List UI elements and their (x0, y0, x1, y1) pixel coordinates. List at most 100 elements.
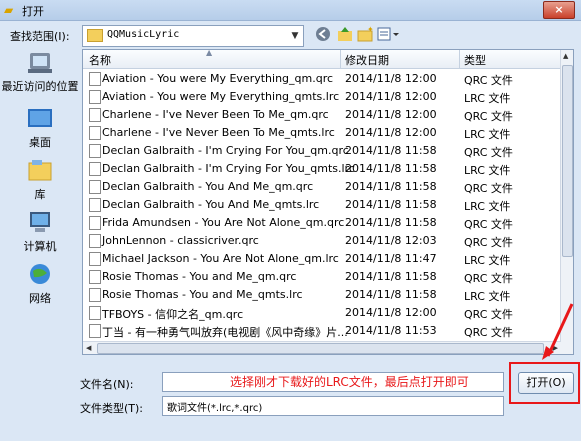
file-icon (89, 216, 101, 230)
file-name: Charlene - I've Never Been To Me_qm.qrc (102, 108, 329, 121)
places-bar: 最近访问的位置 桌面 库 计算机 网络 (0, 50, 80, 370)
scroll-left-icon[interactable]: ◀ (86, 344, 91, 352)
table-row[interactable]: Declan Galbraith - I'm Crying For You_qm… (83, 160, 561, 178)
column-divider[interactable] (340, 50, 341, 68)
horizontal-scroll-thumb[interactable] (97, 343, 544, 354)
file-date: 2014/11/8 11:58 (345, 270, 437, 283)
file-date: 2014/11/8 11:58 (345, 288, 437, 301)
look-in-label: 查找范围(I): (10, 30, 70, 43)
annotation-arrow-icon (542, 303, 574, 360)
horizontal-scrollbar[interactable]: ◀ ▶ (83, 341, 561, 354)
table-row[interactable]: Frida Amundsen - You Are Not Alone_qm.qr… (83, 214, 561, 232)
file-icon (89, 72, 101, 86)
file-name: Rosie Thomas - You and Me_qm.qrc (102, 270, 297, 283)
file-name: Declan Galbraith - I'm Crying For You_qm… (102, 162, 355, 175)
table-row[interactable]: Charlene - I've Never Been To Me_qm.qrc 2… (83, 106, 561, 124)
up-folder-icon[interactable] (336, 26, 354, 44)
place-label: 网络 (29, 292, 51, 305)
table-row[interactable]: Rosie Thomas - You and Me_qmts.lrc 2014/1… (83, 286, 561, 304)
file-icon (89, 270, 101, 284)
file-icon (89, 234, 101, 248)
view-menu-icon[interactable] (376, 26, 402, 44)
file-type: QRC 文件 (464, 74, 513, 87)
file-type: QRC 文件 (464, 236, 513, 249)
chevron-down-icon[interactable]: ▼ (287, 26, 303, 46)
file-name: Aviation - You were My Everything_qm.qrc (102, 72, 334, 85)
table-row[interactable]: Aviation - You were My Everything_qmts.l… (83, 88, 561, 106)
place-label: 最近访问的位置 (1, 80, 79, 93)
file-name: JohnLennon - classicriver.qrc (102, 234, 259, 247)
file-icon (89, 162, 101, 176)
window-title: 打开 (22, 5, 44, 18)
table-row[interactable]: Declan Galbraith - You And Me_qm.qrc 2014… (83, 178, 561, 196)
file-type: QRC 文件 (464, 326, 513, 339)
table-row[interactable]: Charlene - I've Never Been To Me_qmts.lr… (83, 124, 561, 142)
filetype-select[interactable]: 歌词文件(*.lrc,*.qrc) (162, 396, 504, 416)
file-date: 2014/11/8 11:58 (345, 180, 437, 193)
place-network[interactable]: 网络 (0, 262, 80, 306)
file-date: 2014/11/8 11:58 (345, 216, 437, 229)
file-name: Declan Galbraith - You And Me_qmts.lrc (102, 198, 320, 211)
table-row[interactable]: 丁当 - 有一种勇气叫放弃(电视剧《风中奇缘》片... 2014/11/8 11:… (83, 322, 561, 340)
list-header: ▲ 名称 修改日期 类型 (83, 50, 573, 69)
back-icon[interactable] (314, 26, 332, 44)
place-computer[interactable]: 计算机 (0, 210, 80, 254)
file-name: Declan Galbraith - I'm Crying For You_qm… (102, 144, 349, 157)
file-type: QRC 文件 (464, 218, 513, 231)
filetype-value: 歌词文件(*.lrc,*.qrc) (167, 403, 263, 414)
file-date: 2014/11/8 11:47 (345, 252, 437, 265)
network-icon (25, 262, 55, 288)
file-name: 丁当 - 有一种勇气叫放弃(电视剧《风中奇缘》片... (102, 326, 348, 339)
table-row[interactable]: Michael Jackson - You Are Not Alone_qm.l… (83, 250, 561, 268)
close-button[interactable]: × (543, 1, 575, 19)
table-row[interactable]: Aviation - You were My Everything_qm.qrc… (83, 70, 561, 88)
file-date: 2014/11/8 12:00 (345, 72, 437, 85)
vertical-scroll-thumb[interactable] (562, 65, 573, 257)
column-divider[interactable] (459, 50, 460, 68)
place-label: 计算机 (23, 240, 57, 253)
place-recent[interactable]: 最近访问的位置 (0, 50, 80, 94)
desktop-icon (25, 106, 55, 132)
table-row[interactable]: Rosie Thomas - You and Me_qm.qrc 2014/11/… (83, 268, 561, 286)
table-row[interactable]: JohnLennon - classicriver.qrc 2014/11/8 1… (83, 232, 561, 250)
file-list[interactable]: ▲ 名称 修改日期 类型 Aviation - You were My Ever… (82, 49, 574, 355)
file-icon (89, 144, 101, 158)
file-type: LRC 文件 (464, 92, 511, 105)
column-name-header[interactable]: 名称 (89, 52, 111, 68)
annotation-text: 选择刚才下载好的LRC文件，最后点打开即可 (230, 375, 469, 389)
file-name: Charlene - I've Never Been To Me_qmts.lr… (102, 126, 335, 139)
folder-icon: ▰ (4, 3, 14, 17)
file-type: LRC 文件 (464, 290, 511, 303)
file-date: 2014/11/8 11:58 (345, 162, 437, 175)
file-icon (89, 198, 101, 212)
file-date: 2014/11/8 12:00 (345, 306, 437, 319)
look-in-combo[interactable]: QQMusicLyric ▼ (82, 25, 304, 47)
file-type: QRC 文件 (464, 146, 513, 159)
column-type-header[interactable]: 类型 (464, 52, 486, 68)
table-row[interactable]: Declan Galbraith - You And Me_qmts.lrc 20… (83, 196, 561, 214)
column-date-header[interactable]: 修改日期 (345, 52, 389, 68)
title-bar: ▰ 打开 × (0, 0, 581, 21)
folder-icon (87, 29, 103, 42)
libraries-icon (25, 158, 55, 184)
file-date: 2014/11/8 12:00 (345, 90, 437, 103)
file-name: Frida Amundsen - You Are Not Alone_qm.qr… (102, 216, 345, 229)
scroll-up-icon[interactable]: ▲ (563, 52, 568, 60)
file-icon (89, 108, 101, 122)
filetype-label: 文件类型(T): (80, 402, 144, 415)
file-icon (89, 324, 101, 338)
file-type: LRC 文件 (464, 200, 511, 213)
file-icon (89, 288, 101, 302)
table-row[interactable]: Declan Galbraith - I'm Crying For You_qm… (83, 142, 561, 160)
place-libraries[interactable]: 库 (0, 158, 80, 202)
file-type: LRC 文件 (464, 164, 511, 177)
file-date: 2014/11/8 11:53 (345, 324, 437, 337)
table-row[interactable]: TFBOYS - 信仰之名_qm.qrc 2014/11/8 12:00 QRC 文… (83, 304, 561, 322)
sort-ascending-icon: ▲ (206, 49, 213, 57)
file-type: QRC 文件 (464, 272, 513, 285)
filename-label: 文件名(N): (80, 378, 134, 391)
place-desktop[interactable]: 桌面 (0, 106, 80, 150)
place-label: 库 (34, 188, 46, 201)
new-folder-icon[interactable]: ✦ (356, 25, 374, 44)
file-date: 2014/11/8 11:58 (345, 198, 437, 211)
